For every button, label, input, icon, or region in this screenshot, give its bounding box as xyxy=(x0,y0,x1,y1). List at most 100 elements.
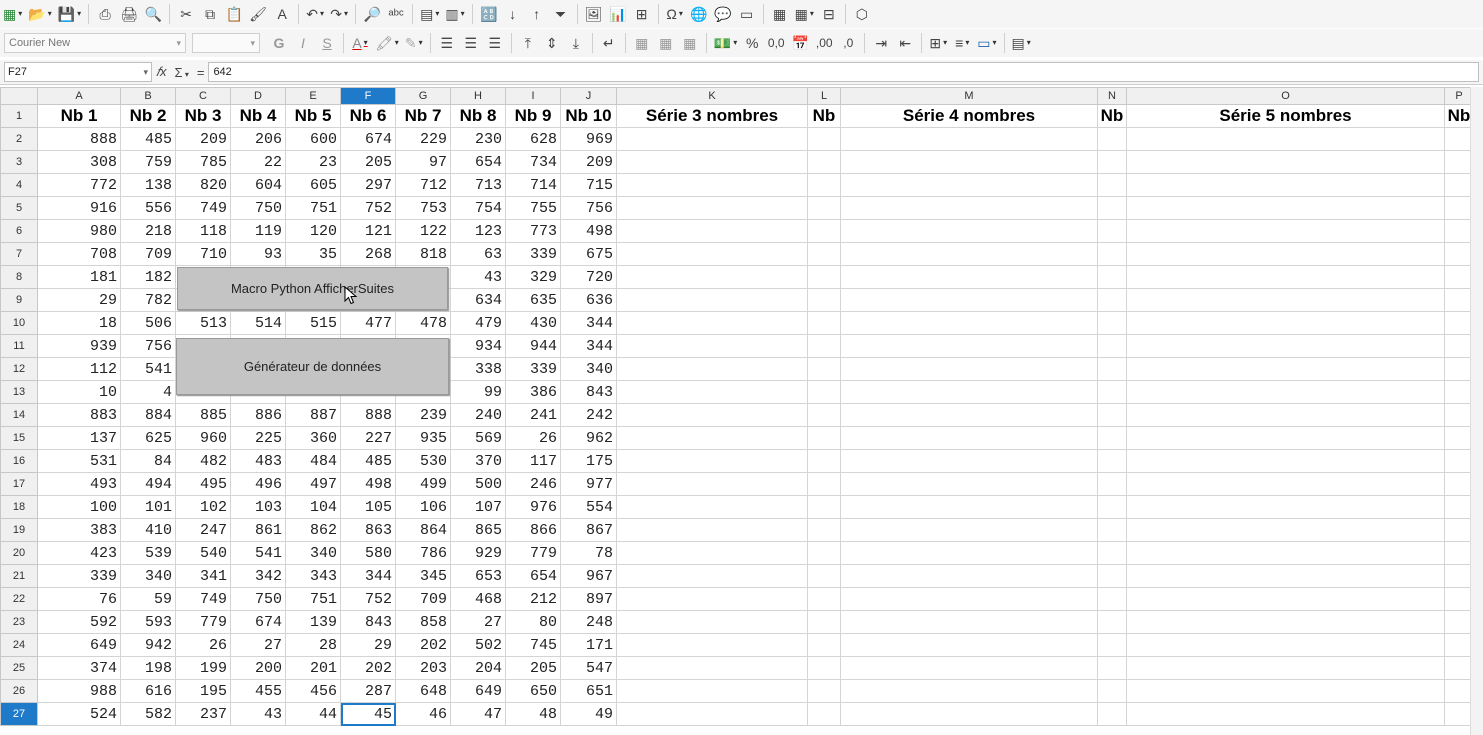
cell[interactable]: 785 xyxy=(175,150,231,174)
cell[interactable]: 268 xyxy=(340,242,396,266)
cell[interactable]: 541 xyxy=(230,541,286,565)
cell[interactable] xyxy=(840,541,1098,565)
cell[interactable]: 756 xyxy=(560,196,617,220)
cell[interactable]: 287 xyxy=(340,679,396,703)
cell[interactable]: 759 xyxy=(120,150,176,174)
cell[interactable]: 861 xyxy=(230,518,286,542)
header-cell[interactable]: Nb 6 xyxy=(340,104,396,128)
cell[interactable] xyxy=(807,196,841,220)
cell[interactable]: 883 xyxy=(37,403,121,427)
cell[interactable] xyxy=(1126,449,1445,473)
cell[interactable] xyxy=(1097,265,1127,289)
row-header[interactable]: 17 xyxy=(0,472,38,496)
cell[interactable]: 980 xyxy=(37,219,121,243)
header-cell[interactable]: Nb 5 xyxy=(285,104,341,128)
cell[interactable]: 653 xyxy=(450,564,506,588)
font-color-icon[interactable]: A ▾ xyxy=(349,32,371,54)
cell[interactable]: 751 xyxy=(285,587,341,611)
row-header[interactable]: 25 xyxy=(0,656,38,680)
cell[interactable]: 649 xyxy=(37,633,121,657)
cell[interactable]: 720 xyxy=(560,265,617,289)
cell[interactable]: 205 xyxy=(340,150,396,174)
cell[interactable]: 499 xyxy=(395,472,451,496)
cell[interactable] xyxy=(1097,518,1127,542)
spellcheck-icon[interactable]: ᵃᵇᶜ xyxy=(385,3,407,25)
cell[interactable]: 786 xyxy=(395,541,451,565)
cell[interactable]: 80 xyxy=(505,610,561,634)
cell[interactable]: 47 xyxy=(450,702,506,726)
cell[interactable] xyxy=(1097,656,1127,680)
cell[interactable] xyxy=(840,587,1098,611)
cell[interactable] xyxy=(1097,173,1127,197)
cell[interactable]: 634 xyxy=(450,288,506,312)
cell[interactable]: 916 xyxy=(37,196,121,220)
cell[interactable]: 120 xyxy=(285,219,341,243)
cell[interactable]: 496 xyxy=(230,472,286,496)
cell[interactable] xyxy=(1097,403,1127,427)
cell[interactable]: 340 xyxy=(560,357,617,381)
cell[interactable]: 93 xyxy=(230,242,286,266)
cell[interactable] xyxy=(1097,495,1127,519)
underline-button[interactable]: S xyxy=(316,32,338,54)
cell[interactable]: 540 xyxy=(175,541,231,565)
hyperlink-icon[interactable]: 🌐 xyxy=(688,3,710,25)
row-header[interactable]: 8 xyxy=(0,265,38,289)
cell[interactable]: 477 xyxy=(340,311,396,335)
chart-icon[interactable]: 📊 xyxy=(607,3,629,25)
number-format-button[interactable]: 0,0 xyxy=(765,32,787,54)
cell[interactable]: 248 xyxy=(560,610,617,634)
cell[interactable] xyxy=(807,495,841,519)
cell[interactable]: 202 xyxy=(395,633,451,657)
cell[interactable]: 582 xyxy=(120,702,176,726)
cell[interactable] xyxy=(1126,426,1445,450)
column-header-i[interactable]: I xyxy=(505,87,561,105)
cell[interactable] xyxy=(840,127,1098,151)
cell[interactable]: 201 xyxy=(285,656,341,680)
column-icon[interactable]: ▥ ▾ xyxy=(443,3,466,25)
cell[interactable]: 593 xyxy=(120,610,176,634)
cell[interactable]: 862 xyxy=(285,518,341,542)
cell[interactable] xyxy=(616,633,808,657)
border-style-icon[interactable]: ≡ ▾ xyxy=(951,32,973,54)
cell[interactable] xyxy=(807,357,841,381)
cell[interactable]: 27 xyxy=(230,633,286,657)
save-icon[interactable]: 💾 ▾ xyxy=(56,3,83,25)
cell[interactable]: 246 xyxy=(505,472,561,496)
cell[interactable]: 410 xyxy=(120,518,176,542)
cell[interactable]: 10 xyxy=(37,380,121,404)
cell[interactable]: 43 xyxy=(450,265,506,289)
cell[interactable]: 35 xyxy=(285,242,341,266)
cell[interactable]: 308 xyxy=(37,150,121,174)
cell[interactable] xyxy=(616,150,808,174)
cell[interactable]: 430 xyxy=(505,311,561,335)
cell[interactable]: 338 xyxy=(450,357,506,381)
autofilter-icon[interactable]: ⏷ xyxy=(550,3,572,25)
cell[interactable]: 885 xyxy=(175,403,231,427)
cell[interactable] xyxy=(616,656,808,680)
cell[interactable]: 818 xyxy=(395,242,451,266)
row-header[interactable]: 19 xyxy=(0,518,38,542)
row-header[interactable]: 24 xyxy=(0,633,38,657)
cell[interactable] xyxy=(807,219,841,243)
cell[interactable]: 867 xyxy=(560,518,617,542)
cell[interactable]: 237 xyxy=(175,702,231,726)
header-cell[interactable]: Nb xyxy=(1097,104,1127,128)
cell[interactable]: 4 xyxy=(120,380,176,404)
cell[interactable] xyxy=(807,265,841,289)
cell[interactable]: 547 xyxy=(560,656,617,680)
decrease-indent-icon[interactable]: ⇤ xyxy=(894,32,916,54)
cell[interactable]: 866 xyxy=(505,518,561,542)
define-print-area-icon[interactable]: ▦ xyxy=(769,3,791,25)
row-header[interactable]: 10 xyxy=(0,311,38,335)
cell[interactable]: 202 xyxy=(340,656,396,680)
row-header[interactable]: 9 xyxy=(0,288,38,312)
cell[interactable]: 99 xyxy=(450,380,506,404)
row-header[interactable]: 2 xyxy=(0,127,38,151)
cell[interactable]: 865 xyxy=(450,518,506,542)
cell[interactable]: 247 xyxy=(175,518,231,542)
sort-icon[interactable]: 🔠 xyxy=(478,3,500,25)
cell[interactable]: 884 xyxy=(120,403,176,427)
cell[interactable]: 939 xyxy=(37,334,121,358)
cell[interactable]: 779 xyxy=(505,541,561,565)
cell[interactable] xyxy=(1097,219,1127,243)
